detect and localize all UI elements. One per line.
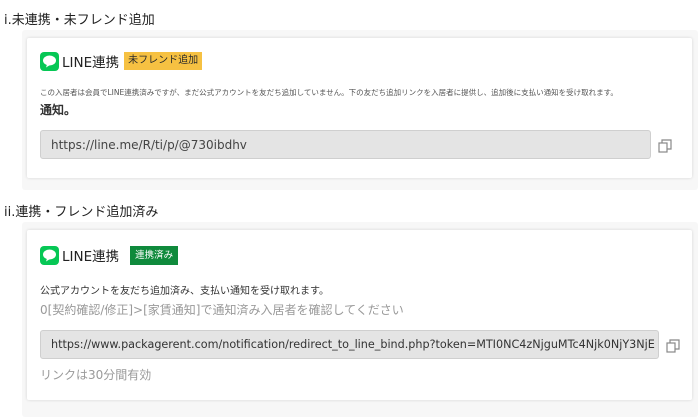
notice-text: 通知。 (40, 103, 77, 117)
status-badge: 連携済み (130, 245, 179, 265)
copy-icon[interactable] (658, 138, 672, 153)
line-logo-icon (40, 51, 59, 71)
section-title-linked: ii.連携・フレンド追加済み (4, 205, 159, 220)
line-card-unlinked: LINE連携 未フレンド追加 この入居者は会員でLINE連携済みですが、まだ公式… (27, 38, 692, 178)
line-logo-icon (40, 245, 59, 265)
line-link-label: LINE連携 (62, 249, 120, 265)
description-text: 公式アカウントを友だち追加済み、支払い通知を受け取れます。 (40, 286, 329, 297)
hint-text: 0[契約確認/修正]>[家賃通知]で通知済み入居者を確認してください (40, 303, 404, 317)
line-header: LINE連携 未フレンド追加 (40, 51, 203, 71)
description-text: この入居者は会員でLINE連携済みですが、まだ公式アカウントを友だち追加していま… (40, 88, 618, 97)
bind-link-field[interactable]: https://www.packagerent.com/notification… (40, 330, 659, 359)
validity-text: リンクは30分間有効 (40, 368, 152, 382)
status-badge: 未フレンド追加 (124, 52, 203, 70)
copy-icon[interactable] (666, 338, 680, 353)
friend-link-field[interactable]: https://line.me/R/ti/p/@730ibdhv (40, 130, 651, 159)
line-card-linked: LINE連携 連携済み 公式アカウントを友だち追加済み、支払い通知を受け取れます… (27, 230, 692, 400)
section-title-unlinked: i.未連携・未フレンド追加 (4, 13, 155, 28)
line-link-label: LINE連携 (62, 55, 120, 71)
line-header: LINE連携 連携済み (40, 245, 179, 265)
